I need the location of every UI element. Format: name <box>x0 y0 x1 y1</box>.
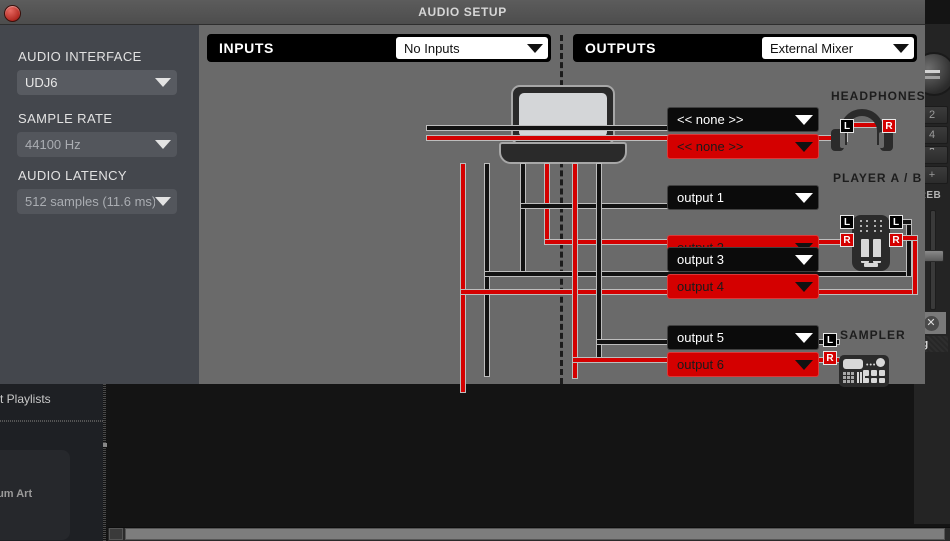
cable-output6-riser <box>572 163 578 379</box>
page-title: AUDIO SETUP <box>418 5 507 19</box>
mixer-fader-a <box>861 239 869 263</box>
inputs-selected-value: No Inputs <box>404 40 460 56</box>
close-button[interactable] <box>4 5 21 22</box>
audio-settings-sidebar: AUDIO INTERFACE UDJ6 SAMPLE RATE 44100 H… <box>0 25 199 384</box>
jack-player-b-right: R <box>889 233 903 247</box>
bg-playlists-label: t Playlists <box>0 392 51 406</box>
cable-output1 <box>520 203 670 209</box>
output-value: output 6 <box>677 357 724 372</box>
mixer-icon <box>852 215 890 271</box>
chevron-down-icon <box>795 332 813 343</box>
bg-scrollbar-thumb[interactable] <box>125 528 945 540</box>
chevron-down-icon <box>795 192 813 203</box>
chevron-down-icon <box>893 43 909 53</box>
inputs-header: INPUTS No Inputs <box>207 34 551 62</box>
jack-headphones-right: R <box>882 119 896 133</box>
audio-latency-label: AUDIO LATENCY <box>18 168 127 183</box>
output-select-player-4[interactable]: output 4 <box>667 274 819 299</box>
chevron-down-icon <box>795 141 813 152</box>
cable-output3-riser <box>906 219 912 277</box>
chevron-down-icon <box>795 254 813 265</box>
sampler-label: SAMPLER <box>840 328 906 342</box>
close-x-icon: ✕ <box>923 315 939 331</box>
sampler-indicator-dots: ••• <box>866 362 877 369</box>
laptop-screen <box>519 93 607 137</box>
inputs-select[interactable]: No Inputs <box>396 37 548 59</box>
jack-sampler-left: L <box>823 333 837 347</box>
cable-trunk-black-1 <box>484 163 490 377</box>
chevron-down-icon <box>155 78 171 87</box>
bg-album-art-placeholder: o Album Art <box>0 450 70 540</box>
chevron-down-icon <box>155 197 171 206</box>
chevron-down-icon <box>795 359 813 370</box>
audio-setup-dialog: AUDIO SETUP AUDIO INTERFACE UDJ6 SAMPLE … <box>0 0 926 393</box>
audio-latency-select[interactable]: 512 samples (11.6 ms) <box>17 189 177 214</box>
chevron-down-icon <box>795 281 813 292</box>
output-select-player-1[interactable]: output 1 <box>667 185 819 210</box>
audio-interface-value: UDJ6 <box>25 75 58 90</box>
headphones-pad-left <box>840 132 845 148</box>
jack-headphones-left: L <box>840 119 854 133</box>
jack-player-a-right: R <box>840 233 854 247</box>
mixer-crossfader <box>864 263 878 267</box>
bg-panel-divider <box>0 420 104 422</box>
jack-sampler-right: R <box>823 351 837 365</box>
audio-latency-value: 512 samples (11.6 ms) <box>25 194 155 209</box>
output-select-headphones-right[interactable]: << none >> <box>667 134 819 159</box>
output-select-sampler-left[interactable]: output 5 <box>667 325 819 350</box>
laptop-base <box>499 142 627 164</box>
sample-rate-label: SAMPLE RATE <box>18 111 113 126</box>
sampler-screen <box>843 359 863 369</box>
sampler-knob <box>876 358 885 367</box>
audio-routing-panel: INPUTS No Inputs OUTPUTS External Mixer <box>199 25 926 393</box>
sampler-pad-grid <box>863 370 885 383</box>
chevron-down-icon <box>155 140 171 149</box>
bg-scroll-left-button[interactable] <box>109 528 123 540</box>
inputs-title: INPUTS <box>219 40 274 56</box>
headphones-label: HEADPHONES <box>831 89 926 103</box>
output-value: << none >> <box>677 139 744 154</box>
player-ab-label: PLAYER A / B <box>833 171 923 185</box>
audio-interface-label: AUDIO INTERFACE <box>18 49 142 64</box>
outputs-title: OUTPUTS <box>585 40 657 56</box>
output-value: output 4 <box>677 279 724 294</box>
sampler-icon: ••• <box>839 355 889 387</box>
cable-output4-riser <box>912 235 918 295</box>
cable-trunk-red-1 <box>460 163 466 393</box>
output-value: output 3 <box>677 252 724 267</box>
outputs-select[interactable]: External Mixer <box>762 37 914 59</box>
jack-player-b-left: L <box>889 215 903 229</box>
audio-interface-select[interactable]: UDJ6 <box>17 70 177 95</box>
cable-headphones-left <box>426 125 670 131</box>
output-value: output 1 <box>677 190 724 205</box>
jack-player-a-left: L <box>840 215 854 229</box>
chevron-down-icon <box>795 114 813 125</box>
sample-rate-value: 44100 Hz <box>25 137 81 152</box>
bg-album-art-label: o Album Art <box>0 488 33 500</box>
output-value: output 5 <box>677 330 724 345</box>
sampler-mini-grid <box>843 372 854 383</box>
outputs-selected-value: External Mixer <box>770 40 854 56</box>
cable-output5-riser <box>596 163 602 361</box>
output-select-sampler-right[interactable]: output 6 <box>667 352 819 377</box>
bg-splitter-grip[interactable] <box>103 443 107 447</box>
bg-splitter-handle[interactable] <box>103 380 106 541</box>
headphones-pad-right <box>879 132 884 148</box>
output-select-headphones-left[interactable]: << none >> <box>667 107 819 132</box>
output-select-player-3[interactable]: output 3 <box>667 247 819 272</box>
cable-trunk-black-2 <box>520 163 526 277</box>
mixer-fader-b <box>873 239 881 263</box>
sample-rate-select[interactable]: 44100 Hz <box>17 132 177 157</box>
chevron-down-icon <box>527 43 543 53</box>
laptop-icon <box>499 85 627 165</box>
output-value: << none >> <box>677 112 744 127</box>
outputs-header: OUTPUTS External Mixer <box>573 34 917 62</box>
mixer-dot-matrix <box>858 220 884 236</box>
dialog-titlebar[interactable]: AUDIO SETUP <box>0 0 925 25</box>
